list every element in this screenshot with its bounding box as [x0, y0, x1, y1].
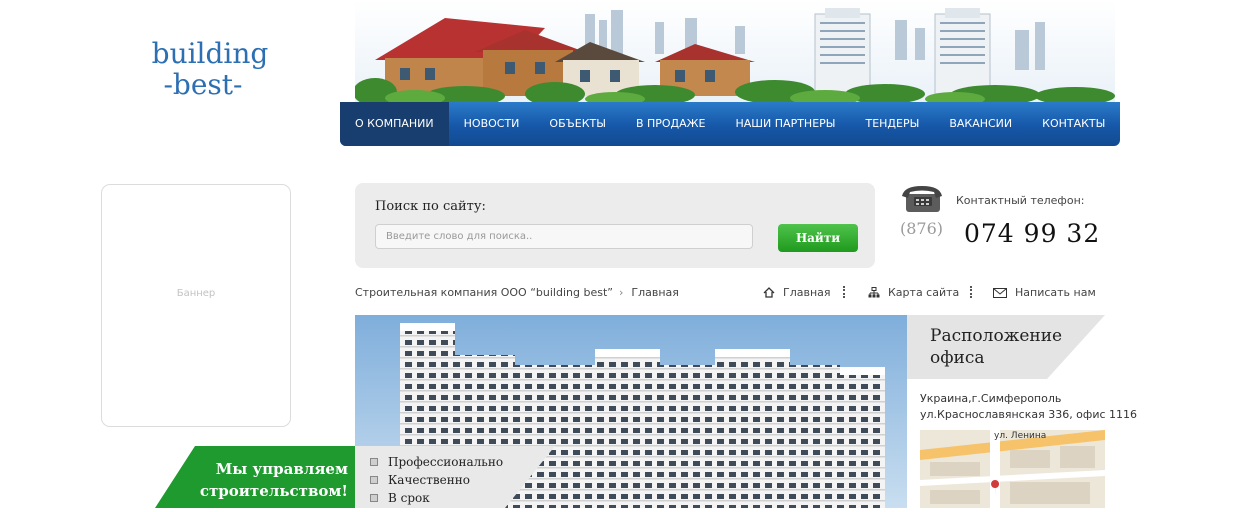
contact-phone-label: Контактный телефон:	[956, 194, 1085, 207]
home-link-label: Главная	[783, 286, 831, 299]
office-title-line1: Расположение	[930, 326, 1063, 346]
office-location-title: Расположение офиса	[930, 325, 1062, 369]
header-houses-illustration	[355, 0, 1115, 104]
feature-item: Профессионально	[370, 455, 503, 469]
logo-line1: building	[151, 37, 269, 70]
bullet-icon	[370, 476, 378, 484]
feature-label: В срок	[388, 491, 430, 505]
write-us-link-label: Написать нам	[1015, 286, 1096, 299]
write-us-link[interactable]: Написать нам	[993, 286, 1096, 299]
nav-item-news[interactable]: НОВОСТИ	[449, 102, 535, 146]
office-address-line2: ул.Краснославянская 336, офис 1116	[920, 408, 1138, 421]
feature-item: Качественно	[370, 473, 470, 487]
search-button[interactable]: Найти	[778, 224, 858, 252]
home-icon	[763, 287, 775, 298]
envelope-icon	[993, 287, 1007, 298]
nav-item-partners[interactable]: НАШИ ПАРТНЕРЫ	[720, 102, 850, 146]
home-link[interactable]: Главная	[763, 286, 831, 299]
bullet-icon	[370, 458, 378, 466]
nav-item-tenders[interactable]: ТЕНДЕРЫ	[850, 102, 934, 146]
nav-item-about[interactable]: О КОМПАНИИ	[340, 102, 449, 146]
telephone-icon	[900, 184, 944, 214]
feature-item: В срок	[370, 491, 430, 505]
breadcrumb-separator: ›	[618, 286, 624, 299]
search-title: Поиск по сайту:	[375, 199, 486, 214]
breadcrumb: Строительная компания ООО “building best…	[355, 286, 679, 299]
office-address-line1: Украина,г.Симферополь	[920, 392, 1062, 405]
map-street-label: ул. Ленина	[994, 431, 1047, 441]
sitemap-link-label: Карта сайта	[888, 286, 960, 299]
search-panel: Поиск по сайту: Найти	[355, 183, 875, 268]
office-address: Украина,г.Симферополь ул.Краснославянска…	[920, 391, 1137, 423]
separator-dots	[843, 286, 847, 298]
slogan-line2: строительством!	[199, 482, 348, 500]
nav-item-objects[interactable]: ОБЪЕКТЫ	[534, 102, 621, 146]
nav-item-vacancies[interactable]: ВАКАНСИИ	[934, 102, 1027, 146]
nav-item-for-sale[interactable]: В ПРОДАЖЕ	[621, 102, 721, 146]
sitemap-link[interactable]: Карта сайта	[868, 286, 959, 299]
feature-label: Профессионально	[388, 455, 504, 469]
phone-number: 074 99 32	[964, 219, 1101, 248]
sitemap-icon	[868, 287, 880, 298]
search-input[interactable]	[375, 224, 753, 249]
feature-label: Качественно	[388, 473, 470, 487]
site-logo[interactable]: building -best-	[140, 38, 280, 100]
logo-line2: -best-	[163, 68, 243, 101]
banner-placeholder[interactable]: Баннер	[101, 184, 291, 427]
phone-area-code: (876)	[900, 219, 944, 238]
office-map[interactable]: ул. Ленина	[920, 430, 1105, 508]
bullet-icon	[370, 494, 378, 502]
slogan-line1: Мы управляем	[215, 460, 348, 478]
main-navigation: О КОМПАНИИ НОВОСТИ ОБЪЕКТЫ В ПРОДАЖЕ НАШ…	[340, 102, 1120, 146]
separator-dots	[970, 286, 974, 298]
nav-item-contacts[interactable]: КОНТАКТЫ	[1027, 102, 1120, 146]
slogan-text: Мы управляем строительством!	[190, 458, 348, 502]
breadcrumb-current: Главная	[631, 286, 679, 299]
office-title-line2: офиса	[930, 348, 985, 368]
breadcrumb-company-link[interactable]: Строительная компания ООО “building best…	[355, 286, 613, 299]
banner-label: Баннер	[176, 288, 216, 299]
